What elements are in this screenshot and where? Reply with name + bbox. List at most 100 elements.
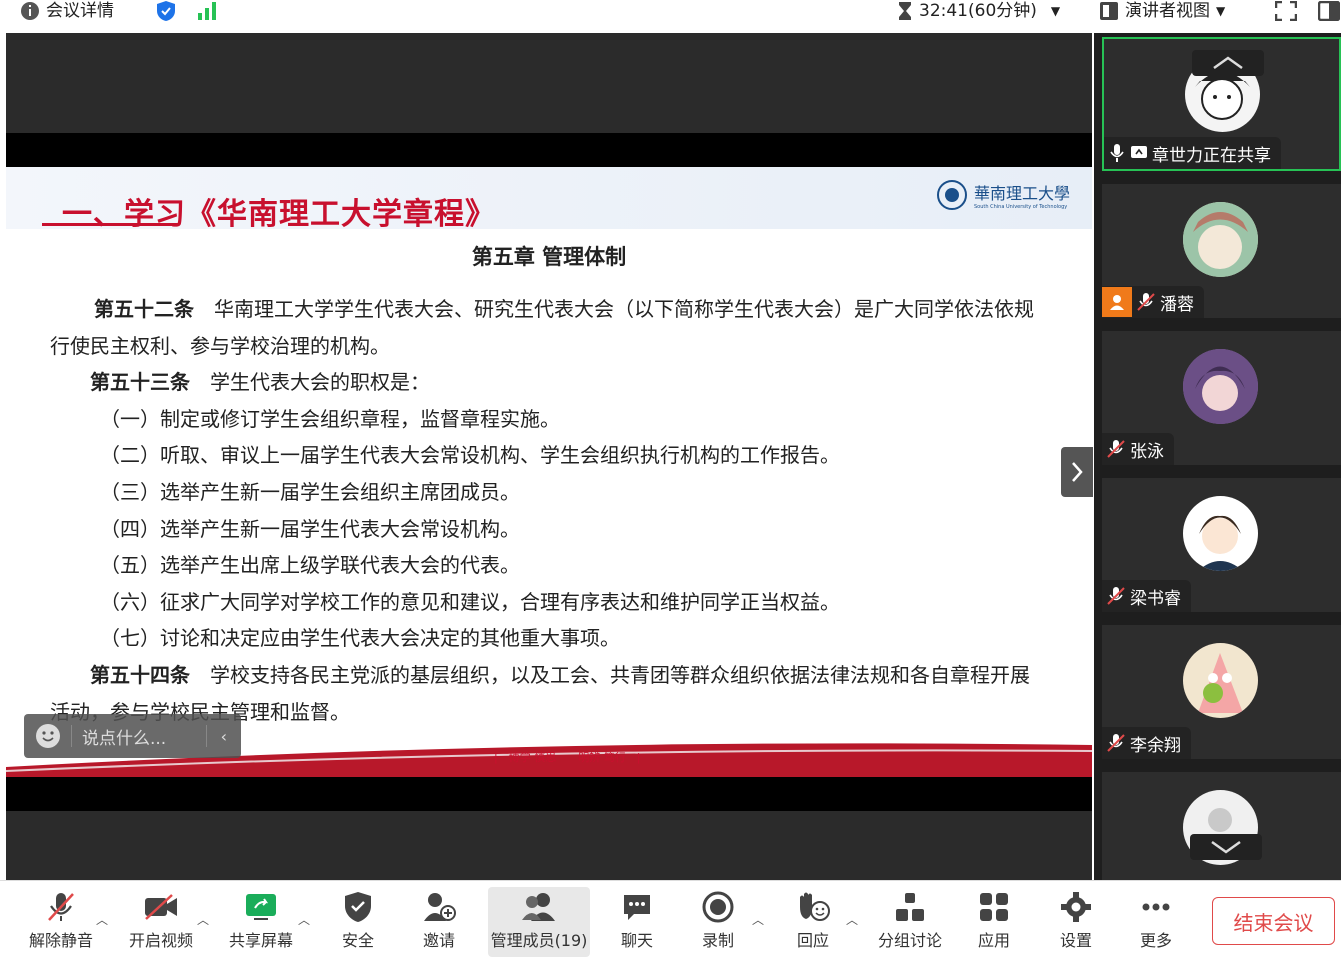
chat-button[interactable]: 聊天 <box>592 887 682 957</box>
logo-text: 華南理工大學 <box>974 184 1071 203</box>
unmute-button[interactable]: 解除静音 <box>16 887 106 957</box>
participant-panel: 章世力正在共享 潘蓉 张泳 梁书睿 李余翔 <box>1094 33 1341 880</box>
chevron-up-icon[interactable]: ︿ <box>846 911 858 928</box>
participant-name: 梁书睿 <box>1130 588 1181 609</box>
react-button[interactable]: 回应 <box>768 887 858 957</box>
divider <box>205 725 207 747</box>
chapter-heading: 第五章 管理体制 <box>471 245 627 269</box>
list-item: （五）选举产生出席上级学联代表大会的代表。 <box>100 553 520 578</box>
mic-off-icon <box>1137 293 1155 311</box>
settings-button[interactable]: 设置 <box>1031 887 1121 957</box>
participant-tile[interactable]: 章世力正在共享 <box>1102 37 1341 171</box>
start-video-button[interactable]: 开启视频 <box>116 887 206 957</box>
chevron-up-icon[interactable]: ︿ <box>298 911 310 928</box>
settings-label: 设置 <box>1059 931 1092 950</box>
participant-name: 章世力正在共享 <box>1152 145 1271 166</box>
record-label: 录制 <box>701 931 734 950</box>
article-53-label: 第五十三条 <box>90 370 190 395</box>
participant-tile[interactable]: 梁书睿 <box>1102 478 1341 612</box>
slide-title: 一、学习《华南理工大学章程》 <box>62 197 496 232</box>
video-off-icon <box>145 894 177 920</box>
mic-off-icon <box>1107 734 1125 752</box>
chevron-down-icon <box>1211 840 1241 854</box>
timer[interactable]: 32:41(60分钟) ▼ <box>897 0 1060 22</box>
emblem-icon <box>937 180 967 210</box>
mic-off-icon <box>48 893 74 921</box>
participant-tile[interactable]: 张泳 <box>1102 331 1341 465</box>
view-mode-button[interactable]: 演讲者视图 ▼ <box>1099 0 1225 22</box>
fullscreen-icon[interactable] <box>1275 0 1297 22</box>
manage-members-button[interactable]: 管理成员(19) <box>488 887 590 957</box>
record-icon <box>702 891 734 923</box>
more-label: 更多 <box>1139 931 1172 950</box>
university-logo: 華南理工大學 South China University of Technolo… <box>936 179 1070 211</box>
top-bar: 会议详情 32:41(60分钟) ▼ 演讲者视图 ▼ <box>0 0 1341 32</box>
host-icon <box>1102 287 1132 317</box>
breakout-button[interactable]: 分组讨论 <box>865 887 955 957</box>
presentation-slide: 一、学习《华南理工大学章程》 華南理工大學 South China Univers… <box>6 167 1092 777</box>
slide-body: 第五十二条 华南理工大学学生代表大会、研究生代表大会（以下简称学生代表大会）是广… <box>50 291 1040 730</box>
chevron-right-icon <box>1072 462 1083 482</box>
participant-name: 李余翔 <box>1130 735 1181 756</box>
add-user-icon <box>424 893 456 921</box>
meeting-info-button[interactable]: 会议详情 <box>20 0 114 22</box>
shield-icon[interactable] <box>156 0 176 22</box>
chevron-up-icon[interactable]: ︿ <box>752 911 764 928</box>
security-button[interactable]: 安全 <box>313 887 403 957</box>
article-54-label: 第五十四条 <box>90 662 190 687</box>
more-button[interactable]: 更多 <box>1111 887 1201 957</box>
emoji-icon[interactable] <box>35 723 61 749</box>
participant-name: 潘蓉 <box>1160 294 1194 315</box>
article-53-text: 学生代表大会的职权是： <box>190 370 430 395</box>
divider <box>71 725 72 747</box>
meeting-toolbar: 解除静音 ︿ 开启视频 ︿ 共享屏幕 ︿ 安全 邀请 管理成员(19) 聊天 录… <box>0 880 1341 967</box>
avatar <box>1183 202 1258 277</box>
article-52-text: 华南理工大学学生代表大会、研究生代表大会（以下简称学生代表大会）是广大同学依法依… <box>50 297 1034 358</box>
expand-panel-button[interactable] <box>1061 447 1093 497</box>
window-icon[interactable] <box>1318 0 1340 22</box>
chat-label: 聊天 <box>620 931 653 950</box>
participant-name: 张泳 <box>1130 441 1164 462</box>
end-meeting-button[interactable]: 结束会议 <box>1212 897 1335 945</box>
share-screen-label: 共享屏幕 <box>228 931 293 950</box>
letterbox-bottom <box>6 777 1092 811</box>
apps-button[interactable]: 应用 <box>949 887 1039 957</box>
article-52-label: 第五十二条 <box>94 297 194 321</box>
signal-icon[interactable] <box>197 0 217 22</box>
share-screen-button[interactable]: 共享屏幕 <box>216 887 306 957</box>
chevron-down-icon: ▼ <box>1216 4 1226 18</box>
scroll-up-button[interactable] <box>1192 50 1264 76</box>
react-label: 回应 <box>796 931 829 950</box>
chevron-up-icon[interactable]: ︿ <box>197 911 209 928</box>
start-video-label: 开启视频 <box>128 931 193 950</box>
gear-icon <box>1061 892 1091 922</box>
chat-input[interactable]: 说点什么... <box>82 724 206 749</box>
hourglass-icon <box>899 2 911 20</box>
chevron-down-icon: ▼ <box>1050 4 1061 18</box>
unmute-label: 解除静音 <box>28 931 93 950</box>
chevron-left-icon[interactable]: ‹ <box>221 727 227 746</box>
participant-name-tag: 章世力正在共享 <box>1104 137 1281 169</box>
participant-tile[interactable] <box>1102 772 1341 880</box>
chat-input-bar[interactable]: 说点什么... ‹ <box>24 714 241 758</box>
apps-icon <box>980 893 1008 921</box>
list-item: （四）选举产生新一届学生代表大会常设机构。 <box>100 516 520 541</box>
avatar <box>1183 496 1258 571</box>
participant-tile[interactable]: 潘蓉 <box>1102 184 1341 318</box>
participant-name-tag: 梁书睿 <box>1102 580 1191 612</box>
manage-members-label: 管理成员(19) <box>490 931 588 950</box>
participant-name-tag: 潘蓉 <box>1102 286 1204 318</box>
chat-icon <box>624 895 650 920</box>
info-icon <box>21 2 39 20</box>
logo-subtext: South China University of Technology <box>974 204 1068 210</box>
record-button[interactable]: 录制 <box>673 887 763 957</box>
security-label: 安全 <box>341 931 374 950</box>
list-item: （三）选举产生新一届学生会组织主席团成员。 <box>100 479 520 504</box>
scroll-down-button[interactable] <box>1190 834 1262 860</box>
chevron-up-icon[interactable]: ︿ <box>96 911 108 928</box>
invite-button[interactable]: 邀请 <box>394 887 484 957</box>
meeting-info-label: 会议详情 <box>46 1 114 21</box>
letterbox-top <box>6 133 1092 167</box>
participant-tile[interactable]: 李余翔 <box>1102 625 1341 759</box>
mic-off-icon <box>1107 587 1125 605</box>
